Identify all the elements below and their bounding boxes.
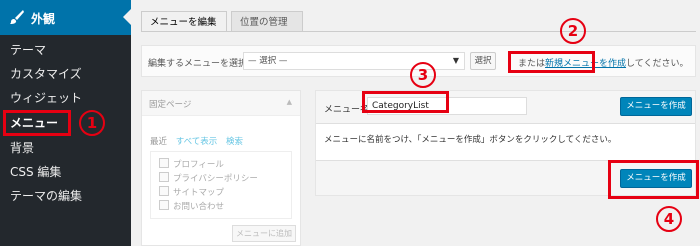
page-checkbox-privacy[interactable]: プライバシーポリシー	[159, 172, 258, 184]
page-label: プライバシーポリシー	[173, 174, 258, 184]
sidebar-item-customize[interactable]: カスタマイズ	[10, 66, 82, 82]
sidebar-header-label: 外観	[31, 12, 56, 26]
current-section-arrow	[123, 9, 131, 25]
step-marker-3: 3	[410, 62, 436, 88]
page-checkbox-profile[interactable]: プロフィール	[159, 158, 224, 170]
collapse-arrow-icon[interactable]: ▲	[287, 98, 292, 106]
step-marker-2: 2	[560, 18, 586, 44]
checkbox-icon[interactable]	[159, 158, 169, 168]
pages-metabox-header[interactable]: 固定ページ ▲	[142, 91, 300, 116]
page-label: お問い合わせ	[173, 202, 225, 212]
tab-recent[interactable]: 最近	[150, 137, 167, 147]
step-marker-1: 1	[79, 110, 105, 136]
checkbox-icon[interactable]	[159, 172, 169, 182]
highlight-menus	[3, 110, 71, 136]
sidebar-item-theme-editor[interactable]: テーマの編集	[10, 188, 82, 204]
sidebar-item-background[interactable]: 背景	[10, 140, 34, 156]
tab-manage-locations[interactable]: 位置の管理	[231, 11, 303, 32]
tab-divider	[141, 31, 696, 32]
pages-metabox-title: 固定ページ	[149, 100, 192, 110]
tab-view-all[interactable]: すべて表示	[176, 137, 218, 147]
page-label: サイトマップ	[173, 188, 225, 198]
page-label: プロフィール	[173, 160, 224, 170]
page-checkbox-contact[interactable]: お問い合わせ	[159, 200, 224, 212]
sidebar-item-themes[interactable]: テーマ	[10, 42, 46, 58]
checkbox-icon[interactable]	[159, 186, 169, 196]
select-button[interactable]: 選択	[470, 52, 496, 70]
add-to-menu-button[interactable]: メニューに追加	[232, 225, 296, 242]
page-checkbox-sitemap[interactable]: サイトマップ	[159, 186, 224, 198]
prompt-suffix: してください。	[626, 59, 689, 69]
sidebar-item-widgets[interactable]: ウィジェット	[10, 90, 82, 106]
tab-edit-menus[interactable]: メニューを編集	[141, 11, 227, 32]
sidebar-appearance-header[interactable]: 外観	[0, 0, 131, 35]
main-content: メニューを編集 位置の管理 編集するメニューを選択: — 選択 — ▼ 選択 ま…	[131, 0, 700, 246]
select-menu-label: 編集するメニューを選択:	[148, 59, 251, 69]
pages-tabs: 最近 すべて表示 検索	[150, 135, 249, 147]
highlight-create-link	[508, 51, 595, 73]
tab-search[interactable]: 検索	[226, 137, 243, 147]
paintbrush-icon	[10, 10, 24, 24]
menu-editor-hint: メニューに名前をつけ、「メニューを作成」ボタンをクリックしてください。	[324, 135, 617, 145]
highlight-create-button	[608, 160, 699, 199]
checkbox-icon[interactable]	[159, 200, 169, 210]
sidebar-item-css-edit[interactable]: CSS 編集	[10, 164, 61, 180]
pages-checklist: プロフィール プライバシーポリシー サイトマップ お問い合わせ	[150, 151, 292, 219]
highlight-menu-name	[362, 91, 449, 113]
step-marker-4: 4	[656, 206, 682, 232]
dropdown-value: — 選択 —	[248, 56, 288, 66]
pages-metabox: 固定ページ ▲ 最近 すべて表示 検索 プロフィール プライバシーポリシー サイ…	[141, 90, 301, 246]
chevron-down-icon: ▼	[452, 56, 459, 65]
create-menu-button-top[interactable]: メニューを作成	[620, 97, 692, 116]
